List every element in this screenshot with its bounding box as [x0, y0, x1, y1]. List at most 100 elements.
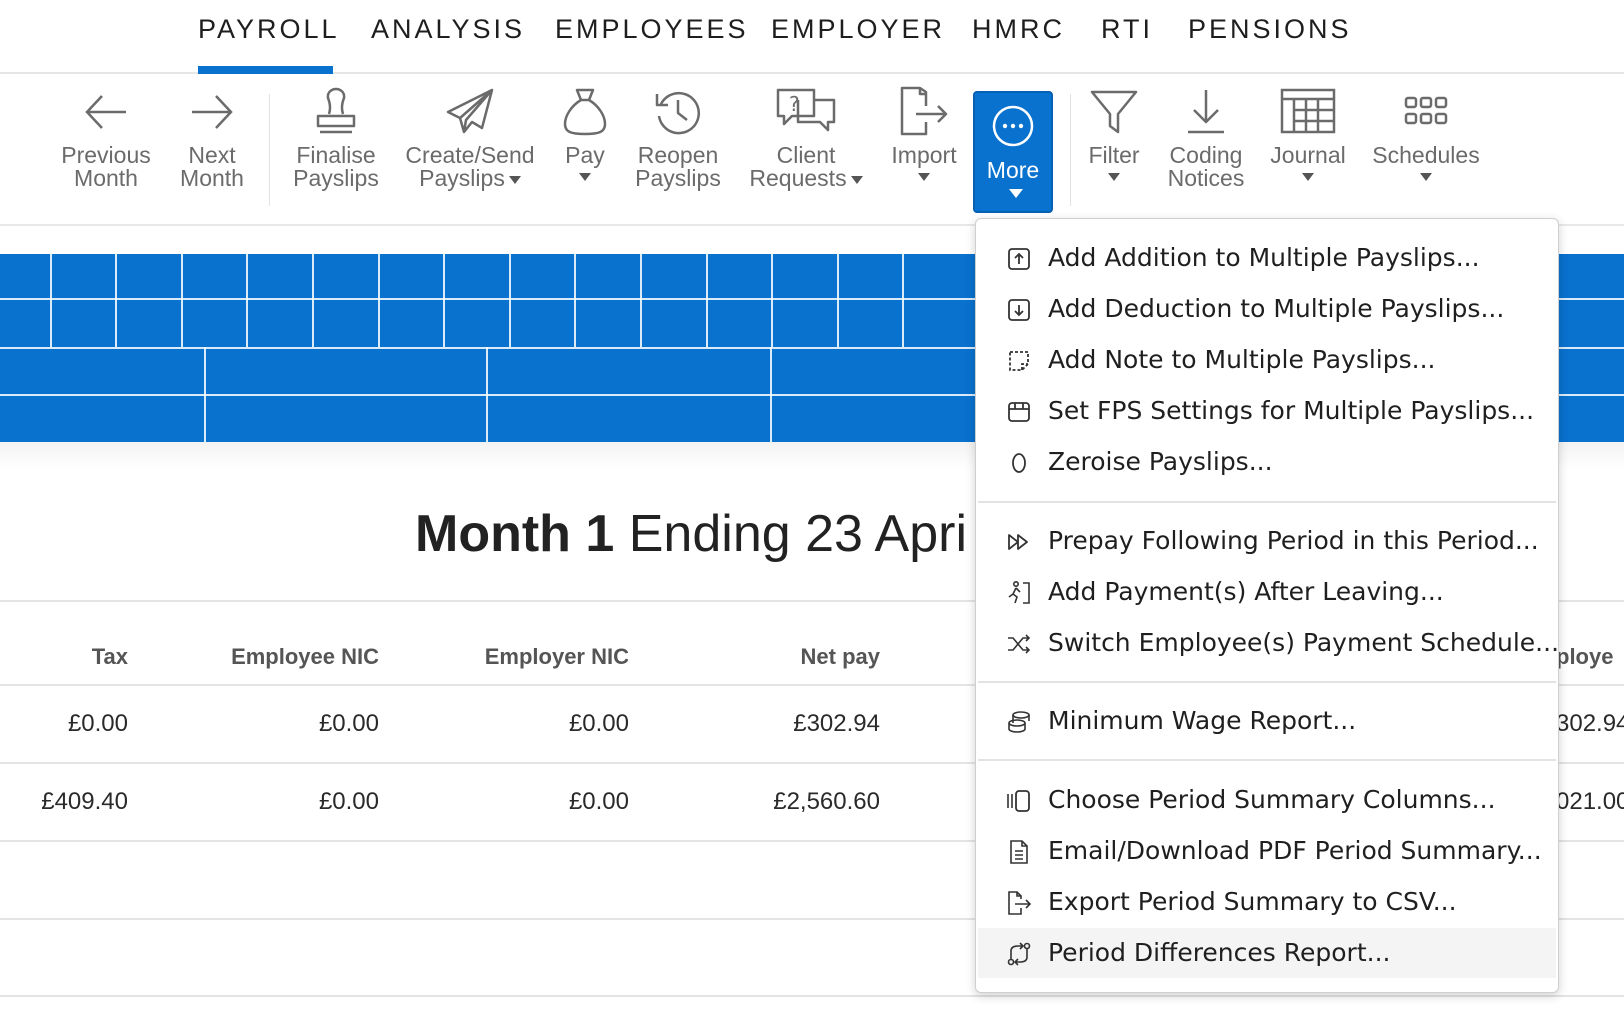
tab-hmrc[interactable]: HMRC	[972, 14, 1065, 45]
document-icon	[1010, 840, 1028, 864]
toolbar-separator	[1070, 94, 1071, 206]
page-title: Month 1 Ending 23 Apri	[415, 504, 967, 564]
menu-item-label: Minimum Wage Report...	[1048, 706, 1357, 735]
period-ending-label: Ending 23 Apri	[614, 505, 967, 563]
shuffle-icon	[1008, 634, 1031, 654]
settings-box-icon	[1008, 402, 1030, 422]
coding-notices-label-2: Notices	[1167, 165, 1245, 191]
money-bag-icon	[563, 88, 607, 136]
menu-item-export-csv[interactable]: Export Period Summary to CSV...	[978, 877, 1556, 927]
menu-item-set-fps-settings[interactable]: Set FPS Settings for Multiple Payslips..…	[978, 386, 1556, 436]
caret-down-icon	[850, 175, 863, 184]
column-header-employee-nic[interactable]: Employee NIC	[180, 644, 379, 670]
filter-button[interactable]: Filter	[1082, 86, 1146, 181]
menu-item-label: Email/Download PDF Period Summary...	[1048, 836, 1542, 865]
menu-item-add-note[interactable]: Add Note to Multiple Payslips...	[978, 335, 1556, 385]
download-box-icon	[1008, 299, 1030, 321]
menu-separator	[978, 501, 1556, 503]
finalise-label-1: Finalise	[296, 142, 376, 168]
more-dropdown-menu: Add Addition to Multiple Payslips... Add…	[975, 218, 1559, 993]
finalise-label-2: Payslips	[293, 165, 379, 191]
toolbar-separator	[269, 94, 270, 206]
column-header-employer-cost[interactable]: ploye	[1556, 644, 1624, 670]
table-row-divider	[0, 995, 1624, 997]
menu-item-period-differences-report[interactable]: Period Differences Report...	[978, 928, 1556, 978]
schedules-button[interactable]: Schedules	[1368, 86, 1484, 181]
table-cell: £0.00	[318, 710, 379, 737]
reopen-label-1: Reopen	[637, 142, 719, 168]
top-navigation: PAYROLL ANALYSIS EMPLOYEES EMPLOYER HMRC…	[0, 0, 1624, 74]
menu-item-zeroise-payslips[interactable]: Zeroise Payslips...	[978, 437, 1556, 487]
menu-item-email-download-pdf[interactable]: Email/Download PDF Period Summary...	[978, 826, 1556, 876]
menu-item-label: Add Deduction to Multiple Payslips...	[1048, 294, 1505, 323]
column-header-employer-nic[interactable]: Employer NIC	[430, 644, 629, 670]
column-header-tax[interactable]: Tax	[30, 644, 128, 670]
chat-question-icon: ?	[776, 88, 836, 132]
arrow-left-icon	[85, 95, 126, 129]
table-cell: £0.00	[568, 788, 629, 815]
tab-pensions[interactable]: PENSIONS	[1188, 14, 1352, 45]
menu-separator	[978, 681, 1556, 683]
tab-employer[interactable]: EMPLOYER	[771, 14, 945, 45]
menu-item-prepay-following-period[interactable]: Prepay Following Period in this Period..…	[978, 516, 1556, 566]
tab-employees[interactable]: EMPLOYEES	[555, 14, 749, 45]
menu-item-minimum-wage-report[interactable]: Minimum Wage Report...	[978, 696, 1556, 746]
journal-label: Journal	[1270, 142, 1346, 168]
previous-month-label-2: Month	[74, 165, 138, 191]
table-cell: £2,560.60	[773, 788, 880, 815]
client-requests-label-1: Client	[776, 142, 836, 168]
caret-down-icon	[508, 175, 521, 184]
tab-analysis[interactable]: ANALYSIS	[371, 14, 525, 45]
schedules-label: Schedules	[1372, 142, 1480, 168]
period-label: Month 1	[415, 505, 615, 563]
fast-forward-icon	[1008, 534, 1028, 550]
menu-item-label: Export Period Summary to CSV...	[1048, 887, 1457, 916]
columns-icon	[1007, 790, 1030, 812]
create-send-payslips-button[interactable]: Create/Send Payslips	[400, 86, 540, 190]
more-dots-icon	[992, 105, 1034, 147]
table-cell: £0.00	[318, 788, 379, 815]
journal-button[interactable]: Journal	[1266, 86, 1350, 181]
menu-item-add-deduction[interactable]: Add Deduction to Multiple Payslips...	[978, 284, 1556, 334]
menu-item-choose-summary-columns[interactable]: Choose Period Summary Columns...	[978, 775, 1556, 825]
menu-item-add-payment-after-leaving[interactable]: Add Payment(s) After Leaving...	[978, 567, 1556, 617]
toolbar: Previous Month Next Month Finalise Paysl…	[0, 74, 1624, 226]
reopen-label-2: Payslips	[635, 165, 721, 191]
table-cell: £409.40	[41, 788, 128, 815]
arrow-right-icon	[192, 95, 233, 129]
client-requests-label-2: Requests	[749, 165, 847, 191]
client-requests-button[interactable]: ? Client Requests	[742, 86, 870, 190]
table-cell: £0.00	[568, 710, 629, 737]
menu-item-switch-payment-schedule[interactable]: Switch Employee(s) Payment Schedule...	[978, 618, 1559, 668]
menu-item-label: Period Differences Report...	[1048, 938, 1391, 967]
menu-item-add-addition[interactable]: Add Addition to Multiple Payslips...	[978, 233, 1556, 283]
filter-label: Filter	[1088, 142, 1140, 168]
upload-box-icon	[1008, 248, 1030, 270]
column-header-net-pay[interactable]: Net pay	[700, 644, 880, 670]
pay-label: Pay	[565, 142, 605, 168]
finalise-payslips-button[interactable]: Finalise Payslips	[288, 86, 384, 190]
more-button[interactable]: More	[973, 91, 1053, 213]
previous-month-button[interactable]: Previous Month	[56, 86, 156, 190]
active-tab-indicator	[198, 66, 333, 74]
coding-notices-label-1: Coding	[1169, 142, 1243, 168]
caret-down-icon	[918, 173, 930, 181]
note-icon	[1009, 351, 1029, 371]
reopen-payslips-button[interactable]: Reopen Payslips	[630, 86, 726, 190]
table-cell: £302.94	[793, 710, 880, 737]
zero-icon	[1012, 453, 1026, 473]
caret-down-icon	[1302, 173, 1314, 181]
history-icon	[655, 91, 700, 135]
tab-rti[interactable]: RTI	[1101, 14, 1153, 45]
pay-button[interactable]: Pay	[556, 86, 614, 181]
next-month-label-2: Month	[180, 165, 244, 191]
table-cell: £0.00	[67, 710, 128, 737]
import-button[interactable]: Import	[886, 86, 962, 181]
next-month-button[interactable]: Next Month	[172, 86, 252, 190]
tab-payroll[interactable]: PAYROLL	[198, 14, 340, 45]
more-label: More	[986, 157, 1040, 183]
coding-notices-button[interactable]: Coding Notices	[1162, 86, 1250, 190]
caret-down-icon	[1420, 173, 1432, 181]
menu-item-label: Set FPS Settings for Multiple Payslips..…	[1048, 396, 1535, 425]
create-send-label-1: Create/Send	[405, 142, 535, 168]
